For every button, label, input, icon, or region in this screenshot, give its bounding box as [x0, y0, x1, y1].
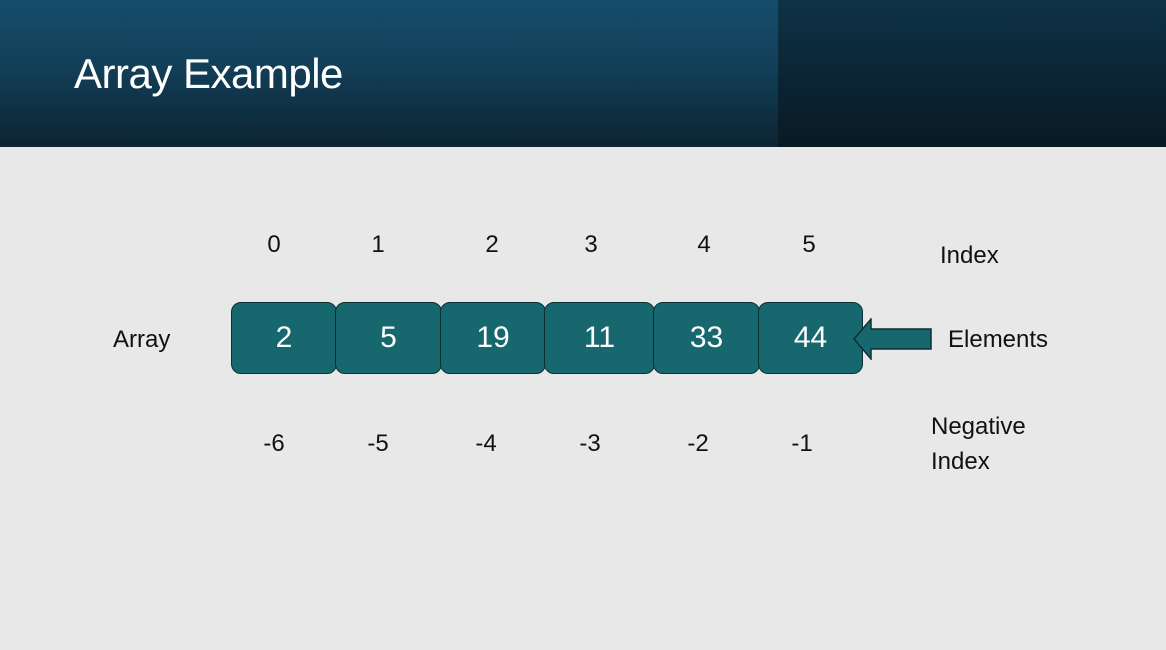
negative-index-4: -2: [687, 430, 709, 457]
array-cell-4: 33: [653, 302, 760, 374]
array-cell-value: 2: [275, 321, 293, 354]
array-cell-2: 19: [440, 302, 546, 374]
negative-index-2: -4: [475, 430, 497, 457]
array-cell-value: 19: [476, 321, 510, 354]
array-cell-value: 44: [793, 321, 828, 354]
index-1: 1: [371, 231, 385, 258]
array-cell-3: 11: [544, 302, 655, 374]
index-2: 2: [485, 231, 499, 258]
index-4: 4: [697, 231, 711, 258]
array-cell-5: 44: [758, 302, 863, 374]
array-cell-0: 2: [231, 302, 337, 374]
index-label: Index: [940, 242, 999, 269]
array-cell-value: 11: [583, 321, 616, 354]
negative-index-label-line1: Negative: [931, 413, 1026, 440]
slide-title: Array Example: [74, 50, 343, 97]
index-3: 3: [584, 231, 598, 258]
index-5: 5: [802, 231, 816, 258]
negative-index-5: -1: [791, 430, 813, 457]
array-cell-1: 5: [335, 302, 442, 374]
negative-index-1: -5: [367, 430, 389, 457]
title-bar-accent: [778, 0, 1166, 147]
array-cell-value: 5: [380, 321, 397, 354]
array-label: Array: [113, 326, 171, 353]
index-0: 0: [267, 231, 281, 258]
negative-index-label-line2: Index: [931, 448, 990, 475]
title-bar: Array Example: [0, 0, 1166, 147]
elements-label: Elements: [948, 326, 1049, 353]
left-arrow-icon: [853, 318, 932, 360]
negative-index-0: -6: [263, 430, 285, 457]
array-cell-value: 33: [689, 321, 724, 354]
negative-index-3: -3: [579, 430, 601, 457]
negative-index-label: Negative Index: [931, 409, 1026, 479]
